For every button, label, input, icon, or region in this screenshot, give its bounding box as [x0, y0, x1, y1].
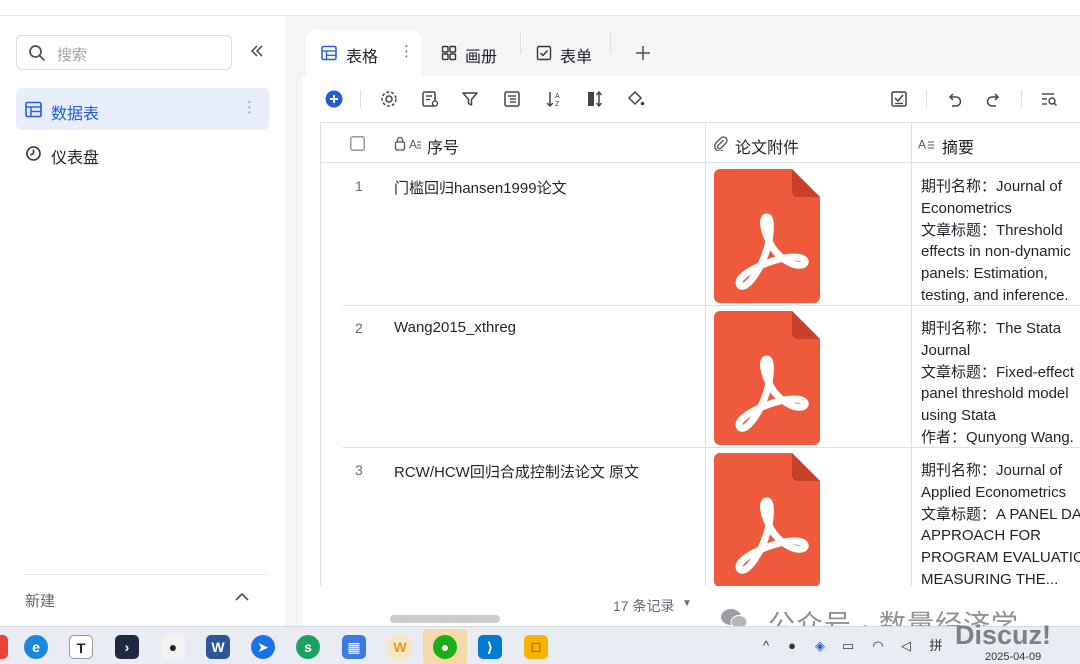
search-input[interactable]: 搜索 [16, 35, 232, 70]
undo-icon[interactable] [945, 90, 963, 108]
form-icon [536, 45, 552, 61]
terminal-icon[interactable]: › [115, 635, 139, 659]
add-view-icon[interactable] [635, 45, 651, 61]
tab-table[interactable]: 表格 ⋮ [306, 30, 421, 76]
row-abstract[interactable]: 期刊名称：Journal of Econometrics 文章标题：Thresh… [921, 176, 1080, 307]
discuz-watermark: Discuz! [955, 620, 1052, 650]
row-abstract[interactable]: 期刊名称：The Stata Journal 文章标题：Fixed-effect… [921, 318, 1080, 449]
text-icon: A [918, 138, 934, 152]
tab-label: 表单 [560, 49, 593, 66]
row-title[interactable]: Wang2015_xthreg [394, 319, 516, 336]
sidebar-divider [24, 574, 266, 575]
view-tabs: 表格 ⋮ 画册 表单 [302, 22, 1080, 76]
language-icon[interactable]: 拼 [928, 638, 944, 654]
filter-icon[interactable] [461, 90, 479, 108]
table-row[interactable]: 1 门槛回归hansen1999论文 期刊名称：Journal of Econo… [321, 164, 1080, 306]
taskbar: e T › ● W ➤ s ▦ W ● ⟩ □ ^ ● ◈ ▭ ◠ ◁ 拼 20… [0, 626, 1080, 664]
redo-icon[interactable] [985, 90, 1003, 108]
svg-text:A: A [555, 93, 560, 100]
tab-divider [610, 32, 611, 54]
select-all-checkbox[interactable] [350, 136, 365, 151]
chevron-up-icon[interactable] [233, 588, 251, 606]
svg-text:A: A [409, 138, 417, 152]
toolbar-divider [1021, 90, 1022, 108]
group-icon[interactable] [503, 90, 521, 108]
microphone-icon[interactable]: ● [784, 638, 800, 654]
grid-icon [321, 45, 337, 61]
row-number: 2 [355, 320, 363, 336]
chevron-up-tray-icon[interactable]: ^ [758, 638, 774, 654]
paperclip-icon [714, 136, 728, 151]
table-row[interactable]: 3 RCW/HCW回归合成控制法论文 原文 期刊名称：Journal of Ap… [321, 448, 1080, 586]
more-options-icon[interactable]: ⋮ [242, 98, 257, 118]
pdf-file-icon[interactable] [714, 169, 820, 303]
search-icon [29, 45, 45, 61]
grid-app-icon[interactable]: ▦ [342, 635, 366, 659]
caret-down-icon[interactable]: ▼ [682, 598, 692, 609]
sidebar-item-dashboard[interactable]: 仪表盘 [16, 132, 269, 174]
typora-icon[interactable]: T [69, 635, 93, 659]
sidebar-item-label: 数据表 [51, 106, 100, 123]
record-count[interactable]: 17 条记录 [613, 596, 674, 616]
search-records-icon[interactable] [1040, 90, 1058, 108]
grid-header: A 序号 论文附件 A 摘要 [321, 123, 1080, 163]
table-icon [25, 101, 42, 118]
vscode-icon[interactable]: ⟩ [478, 635, 502, 659]
column-header-attachment[interactable]: 论文附件 [735, 134, 799, 158]
table-row[interactable]: 2 Wang2015_xthreg 期刊名称：The Stata Journal… [321, 306, 1080, 448]
row-abstract[interactable]: 期刊名称：Journal of Applied Econometrics 文章标… [921, 460, 1080, 586]
lock-text-icon: A [394, 136, 421, 152]
sidebar-item-datatable[interactable]: 数据表 ⋮ [16, 88, 269, 130]
tab-label: 表格 [346, 49, 379, 66]
sidebar: 搜索 数据表 ⋮ 仪表盘 新建 [0, 16, 285, 626]
battery-icon[interactable]: ▭ [840, 638, 856, 654]
dashboard-icon [26, 146, 41, 161]
taskbar-date[interactable]: 2025-04-09 [985, 651, 1041, 663]
tab-form[interactable]: 表单 [534, 30, 614, 76]
fill-color-icon[interactable] [627, 90, 645, 108]
svg-text:Z: Z [555, 101, 560, 108]
field-config-icon[interactable] [421, 90, 439, 108]
panda-app-icon[interactable]: ● [161, 635, 185, 659]
sort-icon[interactable]: AZ [545, 90, 563, 108]
search-placeholder: 搜索 [57, 47, 88, 64]
row-number: 1 [355, 178, 363, 194]
row-number: 3 [355, 462, 363, 478]
window-top-strip [0, 0, 1080, 16]
data-grid: A 序号 论文附件 A 摘要 1 门槛回归hansen1999论文 期刊名称：J… [320, 122, 1080, 586]
app-icon[interactable] [0, 635, 8, 659]
horizontal-scrollbar[interactable] [390, 615, 500, 623]
column-header-abstract[interactable]: 摘要 [942, 134, 974, 158]
pdf-file-icon[interactable] [714, 311, 820, 445]
add-record-icon[interactable] [325, 90, 343, 108]
tab-label: 画册 [465, 49, 498, 66]
sidebar-item-label: 仪表盘 [51, 150, 100, 167]
column-header-number[interactable]: 序号 [427, 134, 459, 158]
wifi-icon[interactable]: ◠ [870, 638, 886, 654]
wps-icon[interactable]: W [388, 635, 412, 659]
app-icon[interactable]: □ [524, 635, 548, 659]
tab-more-icon[interactable]: ⋮ [399, 42, 414, 60]
edge-browser-icon[interactable]: e [24, 635, 48, 659]
wechat-icon[interactable]: ● [433, 635, 457, 659]
volume-icon[interactable]: ◁ [898, 638, 914, 654]
row-title[interactable]: RCW/HCW回归合成控制法论文 原文 [394, 461, 639, 482]
mail-app-icon[interactable]: ➤ [251, 635, 275, 659]
row-height-icon[interactable] [586, 90, 604, 108]
new-section-label: 新建 [25, 593, 56, 610]
tab-divider [520, 32, 521, 54]
checklist-icon[interactable] [890, 90, 908, 108]
settings-icon[interactable] [380, 90, 398, 108]
toolbar-divider [360, 90, 361, 108]
row-title[interactable]: 门槛回归hansen1999论文 [394, 177, 567, 198]
word-icon[interactable]: W [206, 635, 230, 659]
toolbar-divider [926, 90, 927, 108]
pdf-file-icon[interactable] [714, 453, 820, 586]
shield-icon[interactable]: ◈ [812, 638, 828, 654]
green-app-icon[interactable]: s [296, 635, 320, 659]
tab-gallery[interactable]: 画册 [438, 30, 528, 76]
collapse-sidebar-icon[interactable] [248, 42, 268, 62]
svg-text:A: A [918, 138, 926, 152]
gallery-icon [441, 45, 457, 61]
